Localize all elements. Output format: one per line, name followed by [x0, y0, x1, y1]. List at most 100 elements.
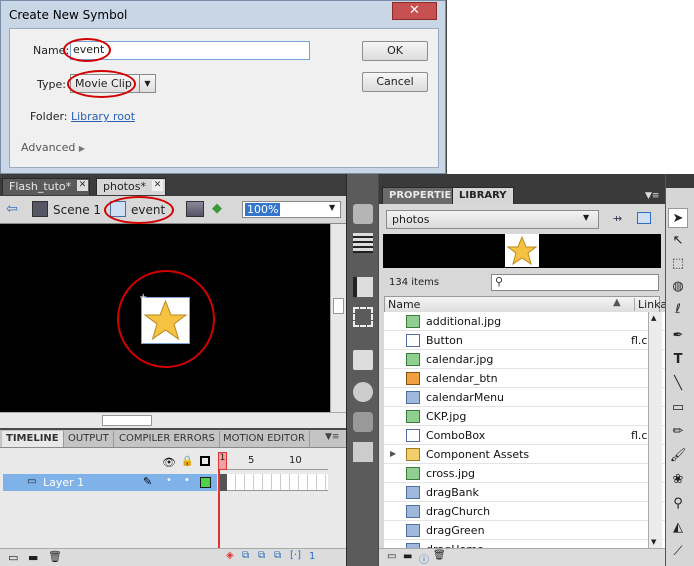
tab-flash-tuto[interactable]: Flash_tuto* ✕ — [2, 178, 90, 195]
pencil-icon[interactable]: ✎ — [143, 475, 152, 488]
library-search-input[interactable]: ⚲ — [491, 274, 659, 291]
eyedropper-tool-icon[interactable]: ⟋ — [668, 542, 688, 562]
scroll-thumb[interactable] — [333, 298, 344, 314]
library-item[interactable]: cross.jpg — [384, 464, 666, 483]
new-symbol-icon[interactable]: ▭ — [387, 551, 396, 562]
code-snippets-icon[interactable] — [353, 442, 373, 462]
library-item[interactable]: dragGreen — [384, 521, 666, 540]
close-icon[interactable]: ✕ — [152, 180, 163, 191]
transform-icon[interactable] — [353, 307, 373, 327]
new-layer-icon[interactable]: ▭ — [8, 551, 18, 564]
layer-page-icon: ▭ — [27, 476, 37, 487]
tab-photos[interactable]: photos* ✕ — [96, 178, 166, 195]
library-item[interactable]: dragChurch — [384, 502, 666, 521]
edit-symbols-icon[interactable]: ◆ — [212, 201, 230, 217]
motion-presets-icon[interactable] — [353, 412, 373, 432]
lock-dot[interactable]: • — [184, 475, 190, 486]
chevron-down-icon[interactable]: ▼ — [651, 538, 656, 546]
panel-menu-icon[interactable]: ▼≡ — [645, 191, 659, 201]
deco-tool-icon[interactable]: ❀ — [668, 470, 688, 490]
close-icon[interactable]: ✕ — [77, 180, 88, 191]
stage[interactable]: + — [0, 224, 330, 412]
stage-horizontal-scrollbar[interactable] — [0, 412, 346, 428]
library-item[interactable]: ▶ Component Assets — [384, 445, 666, 464]
paint-bucket-tool-icon[interactable]: ◭ — [668, 518, 688, 538]
center-frame-icon[interactable]: ◈ — [226, 550, 234, 561]
swatches-icon[interactable] — [353, 233, 373, 253]
pencil-tool-icon[interactable]: ✏ — [668, 422, 688, 442]
bone-tool-icon[interactable]: ⚲ — [668, 494, 688, 514]
new-library-panel-icon[interactable] — [637, 212, 651, 224]
color-panel-icon[interactable] — [353, 204, 373, 224]
linkage-column-header[interactable]: Linka — [634, 298, 667, 311]
outline-icon[interactable] — [200, 456, 210, 466]
edit-scene-icon[interactable] — [186, 201, 204, 217]
pen-tool-icon[interactable]: ✒ — [668, 326, 688, 346]
align-icon[interactable] — [353, 277, 373, 297]
stage-vertical-scrollbar[interactable] — [330, 224, 346, 412]
trash-icon[interactable]: 🗑 — [48, 550, 62, 563]
brush-tool-icon[interactable]: 🖌 — [668, 446, 688, 466]
tab-timeline[interactable]: TIMELINE — [2, 431, 64, 447]
advanced-toggle[interactable]: Advanced ▶ — [21, 141, 85, 154]
back-arrow-icon[interactable]: ⇦ — [6, 202, 22, 217]
playhead[interactable]: 1 — [218, 452, 227, 470]
new-folder-icon[interactable]: ▬ — [28, 551, 38, 564]
info-icon[interactable] — [353, 350, 373, 370]
frame-ruler[interactable]: 1 5 10 — [218, 452, 328, 470]
onion-outline-icon[interactable]: ⧉ — [258, 550, 265, 561]
onion-skin-icon[interactable]: ⧉ — [242, 550, 249, 561]
selection-tool-icon[interactable]: ➤ — [668, 208, 688, 228]
lasso-tool-icon[interactable]: ℓ — [668, 300, 688, 320]
library-item[interactable]: Button fl.c — [384, 331, 666, 350]
library-item[interactable]: ComboBox fl.c — [384, 426, 666, 445]
scroll-thumb[interactable] — [102, 415, 152, 426]
panel-menu-icon[interactable]: ▼≡ — [325, 432, 339, 442]
chevron-up-icon[interactable]: ▲ — [651, 314, 656, 322]
scene-label[interactable]: Scene 1 — [53, 203, 101, 217]
tab-motion-editor[interactable]: MOTION EDITOR — [219, 431, 310, 447]
library-item[interactable]: calendar.jpg — [384, 350, 666, 369]
frame-cells[interactable] — [218, 474, 328, 491]
line-tool-icon[interactable]: ╲ — [668, 374, 688, 394]
tab-library[interactable]: LIBRARY — [452, 187, 514, 204]
library-item[interactable]: calendarMenu — [384, 388, 666, 407]
visibility-dot[interactable]: • — [166, 475, 172, 486]
rectangle-tool-icon[interactable]: ▭ — [668, 398, 688, 418]
library-scrollbar[interactable]: ▲ ▼ — [648, 312, 662, 549]
sort-arrow-icon[interactable]: ▲ — [613, 297, 621, 308]
trash-icon[interactable]: 🗑 — [433, 550, 446, 561]
library-item[interactable]: dragBank — [384, 483, 666, 502]
tab-compiler-errors[interactable]: COMPILER ERRORS — [115, 431, 220, 447]
eye-icon[interactable]: 👁 — [162, 456, 176, 469]
text-tool-icon[interactable]: T — [668, 350, 688, 370]
lock-icon[interactable]: 🔒 — [181, 456, 193, 467]
cancel-button[interactable]: Cancel — [362, 72, 428, 92]
library-item[interactable]: calendar_btn — [384, 369, 666, 388]
free-transform-tool-icon[interactable]: ⬚ — [668, 254, 688, 274]
3d-rotation-tool-icon[interactable]: ◍ — [668, 277, 688, 297]
library-item[interactable]: CKP.jpg — [384, 407, 666, 426]
zoom-select[interactable]: 100% ▼ — [242, 201, 341, 218]
ok-button[interactable]: OK — [362, 41, 428, 61]
layer-row[interactable]: ▭ Layer 1 ✎ • • — [3, 474, 217, 491]
properties-icon[interactable]: ⓘ — [419, 551, 429, 566]
pin-library-icon[interactable]: ⇸ — [613, 212, 622, 225]
new-folder-icon[interactable]: ▬ — [403, 551, 412, 562]
library-item-name: dragBank — [426, 486, 479, 499]
subselection-tool-icon[interactable]: ↖ — [668, 231, 688, 251]
layer-color-swatch[interactable] — [200, 477, 211, 488]
movieclip-icon — [406, 486, 420, 499]
name-column-header[interactable]: Name — [388, 298, 420, 311]
button-symbol-icon — [406, 372, 420, 385]
modify-markers-icon[interactable]: [·] — [290, 550, 301, 561]
library-document-select[interactable]: photos ▼ — [386, 210, 599, 229]
library-item[interactable]: additional.jpg — [384, 312, 666, 331]
library-item-name: Component Assets — [426, 448, 530, 461]
edit-multiple-frames-icon[interactable]: ⧉ — [274, 550, 281, 561]
dialog-close-button[interactable]: ✕ — [392, 2, 437, 20]
tab-output[interactable]: OUTPUT — [64, 431, 114, 447]
expand-icon[interactable]: ▶ — [390, 449, 396, 458]
folder-link[interactable]: Library root — [71, 110, 135, 123]
components-icon[interactable] — [353, 382, 373, 402]
